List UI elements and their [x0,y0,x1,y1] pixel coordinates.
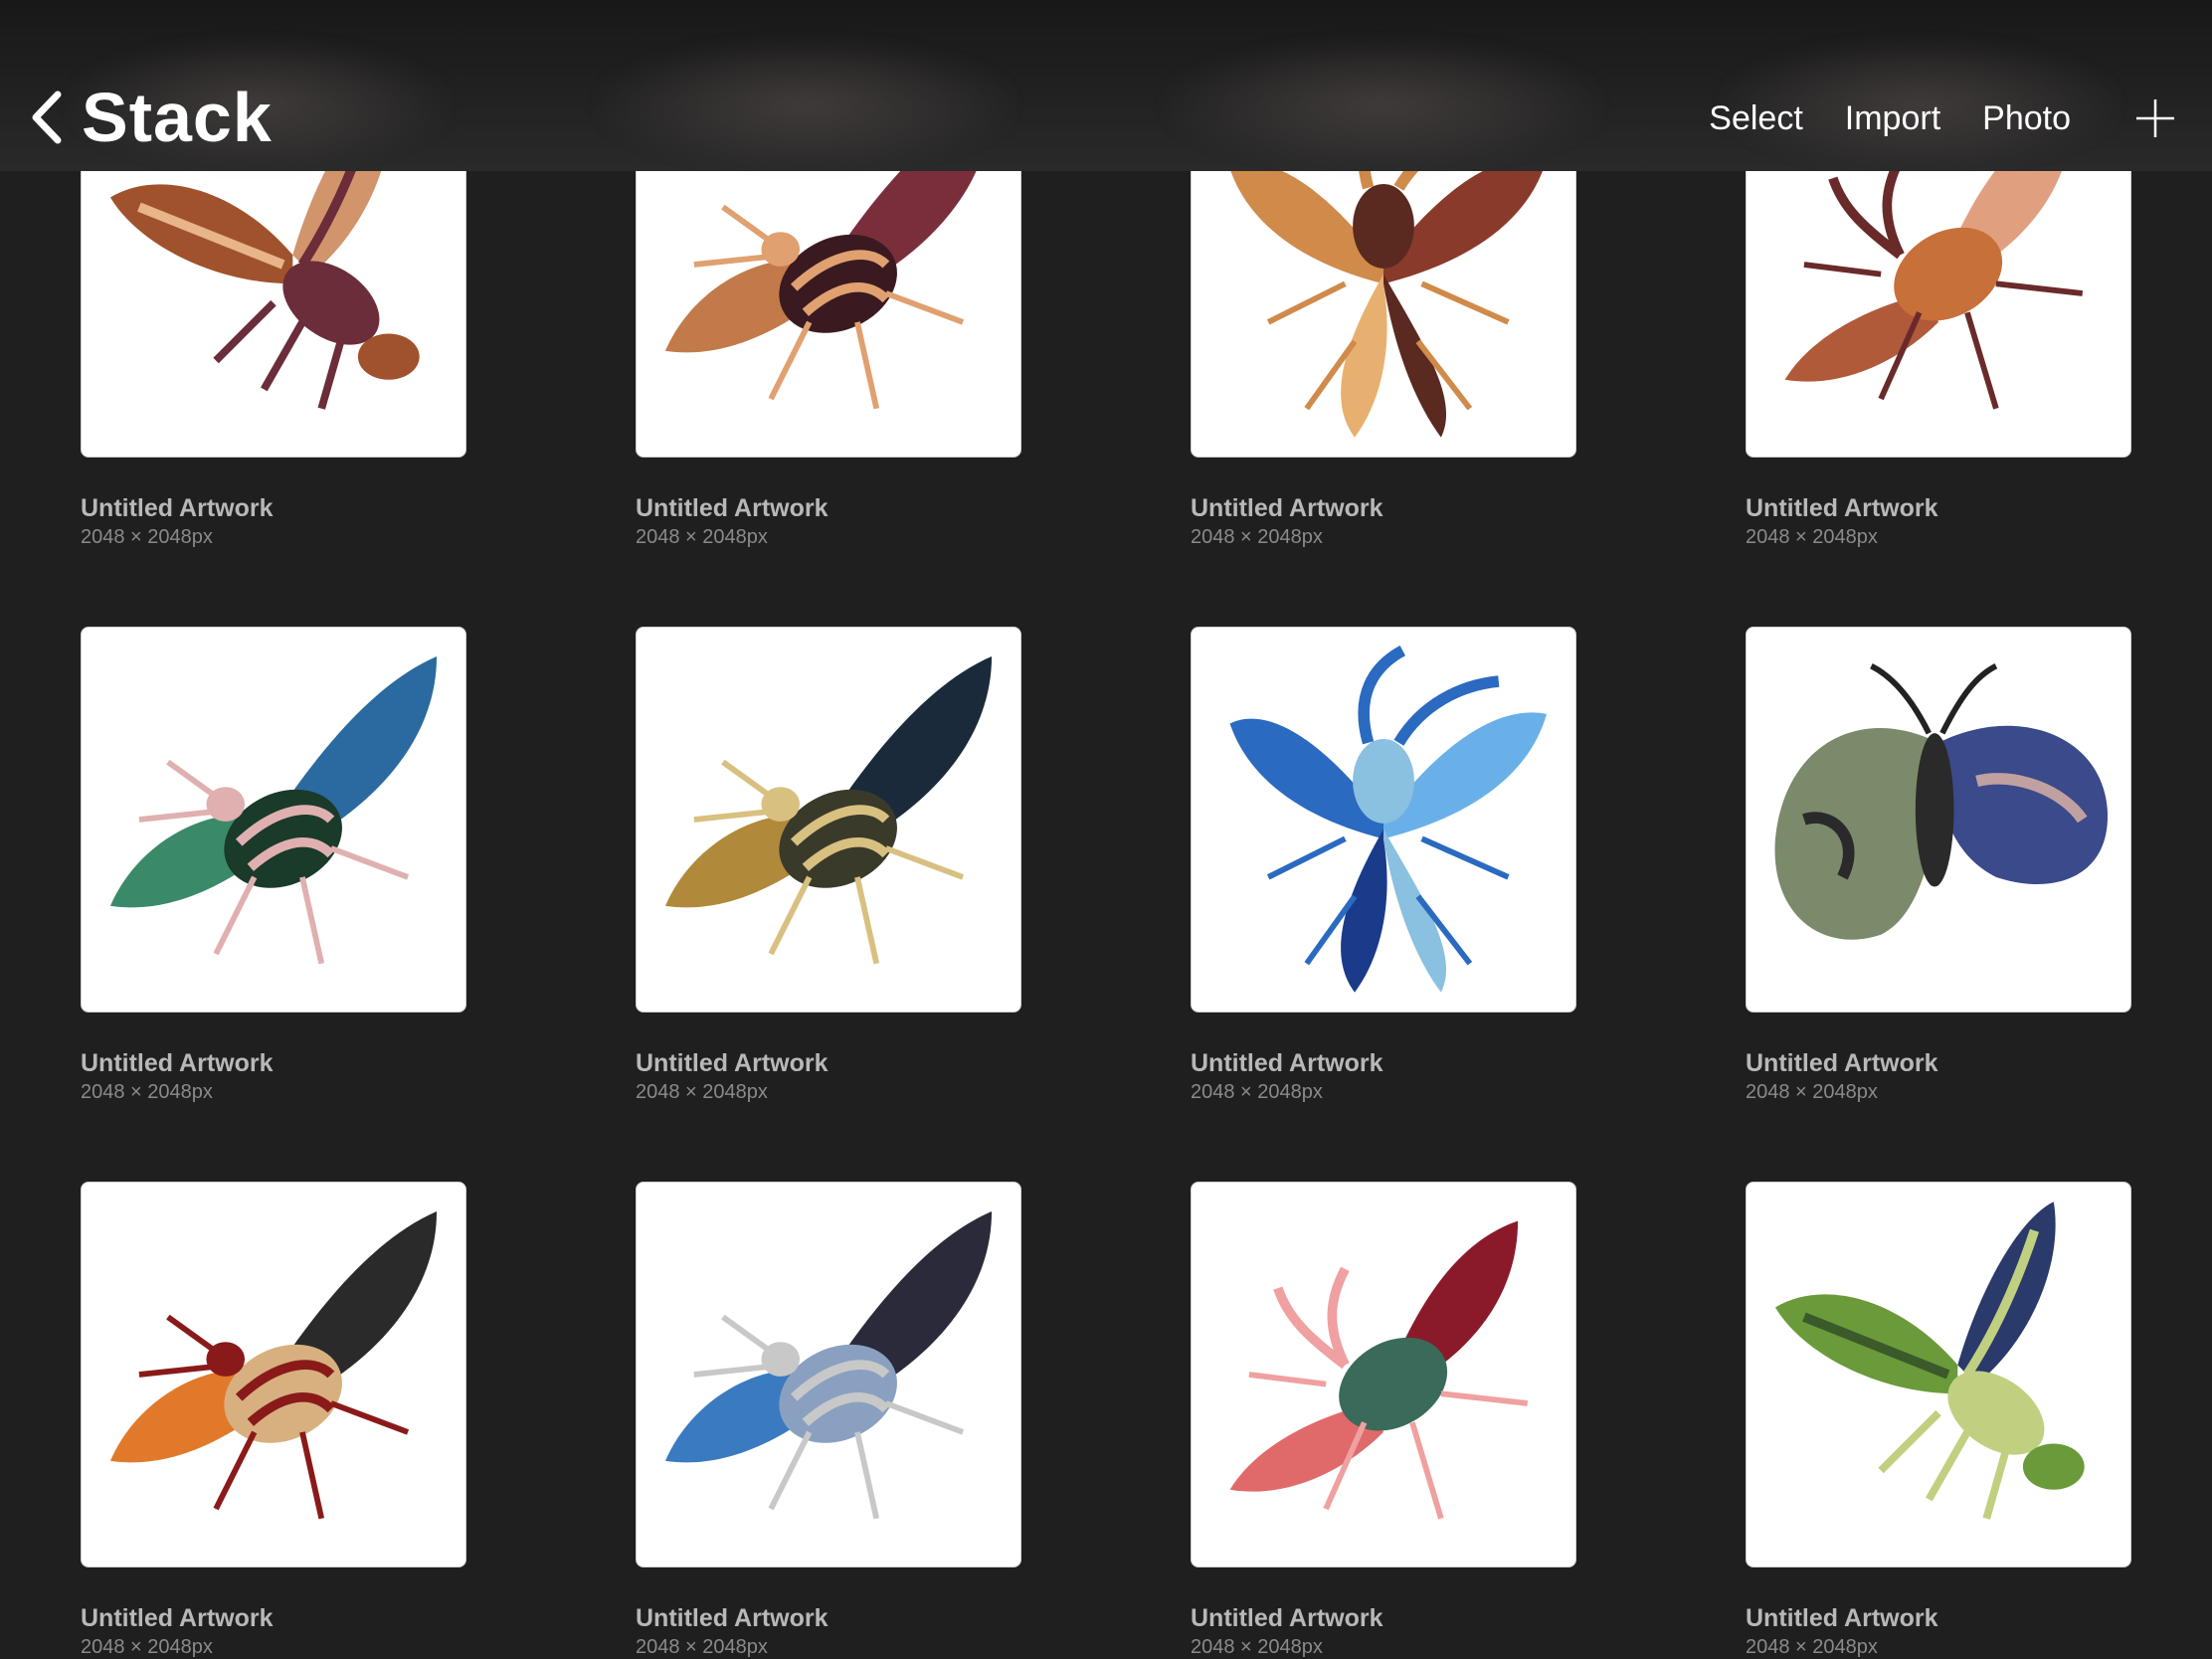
artwork-title[interactable]: Untitled Artwork [81,1604,274,1633]
artwork-gallery: Untitled Artwork 2048 × 2048px Untitled A… [0,0,2212,1659]
stag-beetle-artwork [1229,645,1548,993]
artwork-dimensions: 2048 × 2048px [81,526,213,548]
artwork-dimensions: 2048 × 2048px [1191,1636,1323,1658]
artwork-dimensions: 2048 × 2048px [81,1636,213,1658]
artwork-thumbnail[interactable] [1746,1182,2131,1567]
artwork-title[interactable]: Untitled Artwork [81,1049,274,1078]
artwork-dimensions: 2048 × 2048px [636,1081,768,1103]
beetle-artwork [109,1210,438,1520]
artwork-dimensions: 2048 × 2048px [81,1081,213,1103]
artwork-title[interactable]: Untitled Artwork [1191,1049,1383,1078]
beetle-artwork [664,655,993,965]
artwork-dimensions: 2048 × 2048px [636,1636,768,1658]
navigation-bar: Stack Select Import Photo [0,0,2212,171]
toolbar-actions: Select Import Photo [1709,97,2176,139]
artwork-dimensions: 2048 × 2048px [636,526,768,548]
artwork-title[interactable]: Untitled Artwork [636,1049,829,1078]
select-button[interactable]: Select [1709,99,1803,138]
artwork-title[interactable]: Untitled Artwork [636,494,829,523]
page-title: Stack [82,79,273,156]
plus-icon [2136,99,2174,137]
beetle-artwork [109,655,438,965]
artwork-title[interactable]: Untitled Artwork [1746,1604,1938,1633]
artwork-thumbnail[interactable] [1191,627,1576,1013]
moth-artwork [1774,663,2109,940]
wasp-artwork [1774,1201,2085,1520]
artwork-title[interactable]: Untitled Artwork [1191,494,1383,523]
blurred-preview [1164,40,1601,169]
blurred-preview [597,40,1014,169]
chevron-left-icon [30,91,64,144]
artwork-thumbnail[interactable] [1191,1182,1576,1567]
artwork-title[interactable]: Untitled Artwork [636,1604,829,1633]
artwork-dimensions: 2048 × 2048px [1746,526,1878,548]
new-canvas-button[interactable] [2134,97,2176,139]
photo-button[interactable]: Photo [1982,99,2071,138]
artwork-dimensions: 2048 × 2048px [1746,1636,1878,1658]
artwork-title[interactable]: Untitled Artwork [1191,1604,1383,1633]
import-button[interactable]: Import [1845,99,1940,138]
back-button[interactable]: Stack [30,78,273,157]
artwork-thumbnail[interactable] [1746,627,2131,1013]
beetle-artwork [664,1210,993,1520]
artwork-title[interactable]: Untitled Artwork [81,494,274,523]
artwork-dimensions: 2048 × 2048px [1191,1081,1323,1103]
artwork-dimensions: 2048 × 2048px [1746,1081,1878,1103]
artwork-thumbnail[interactable] [636,627,1021,1013]
artwork-thumbnail[interactable] [81,1182,466,1567]
artwork-title[interactable]: Untitled Artwork [1746,1049,1938,1078]
artwork-title[interactable]: Untitled Artwork [1746,494,1938,523]
rhino-beetle-artwork [1229,1220,1529,1520]
artwork-dimensions: 2048 × 2048px [1191,526,1323,548]
artwork-thumbnail[interactable] [636,1182,1021,1567]
artwork-thumbnail[interactable] [81,627,466,1013]
